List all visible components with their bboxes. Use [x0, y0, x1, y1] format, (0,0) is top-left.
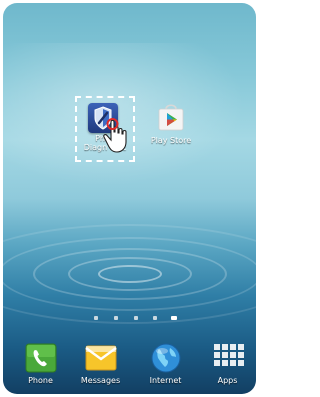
dock-item-internet-label: Internet [149, 376, 182, 385]
apps-grid-icon [212, 343, 244, 373]
play-store-shortcut[interactable]: Play Store [146, 103, 196, 153]
dock-item-messages[interactable]: Messages [73, 343, 128, 385]
play-store-icon [156, 103, 186, 131]
dock-item-phone[interactable]: Phone [13, 343, 68, 385]
dock-item-apps[interactable]: Apps [200, 343, 255, 385]
page-dot[interactable] [114, 316, 118, 320]
page-dot-active[interactable] [171, 316, 177, 320]
pointer-hand-icon [102, 118, 128, 154]
dock-item-messages-label: Messages [80, 376, 121, 385]
page-dot[interactable] [153, 316, 157, 320]
wallpaper-ripple [97, 265, 162, 283]
dock-item-internet[interactable]: Internet [138, 343, 193, 385]
page-indicator [3, 316, 256, 322]
phone-icon [25, 343, 57, 373]
page-dot[interactable] [94, 316, 98, 320]
dock: Phone Messages Internet Apps [3, 343, 256, 394]
dock-item-phone-label: Phone [28, 376, 53, 385]
phone-diagnostic-shortcut[interactable]: Phon Diagn stic [75, 96, 135, 162]
dock-item-apps-label: Apps [217, 376, 238, 385]
home-screen: Phon Diagn stic Play Store [3, 3, 256, 394]
page-dot[interactable] [134, 316, 138, 320]
internet-globe-icon [150, 343, 182, 373]
messages-icon [84, 343, 117, 373]
play-store-label: Play Store [150, 136, 192, 145]
